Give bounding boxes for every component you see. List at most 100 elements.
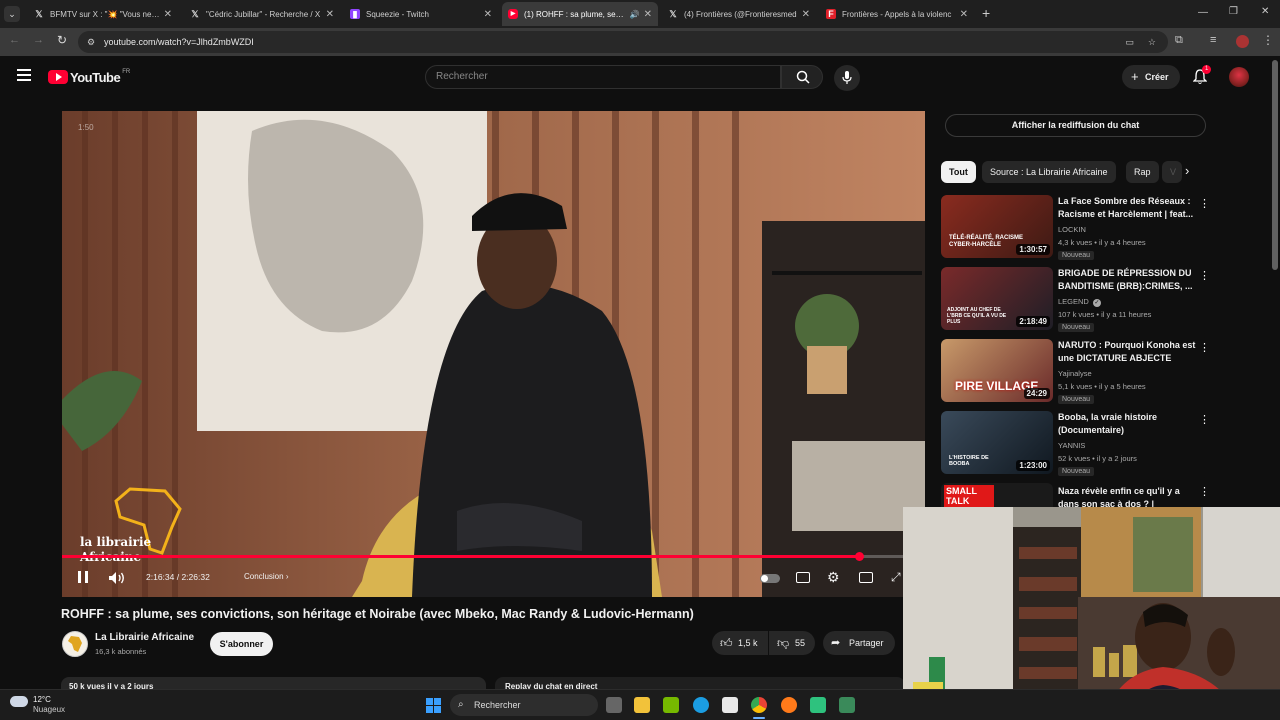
browser-toolbar: ← → ↻ ⚙ youtube.com/watch?v=JlhdZmbWZDI … xyxy=(0,28,1280,56)
browser-tab-2[interactable]: 𝕏 "Cédric Jubillar" - Recherche / X ✕ xyxy=(184,2,340,26)
browser-tab-5[interactable]: 𝕏 (4) Frontières (@Frontieresmed ✕ xyxy=(662,2,816,26)
recommendation-item[interactable]: TÉLÉ-RÉALITÉ, RACISME CYBER-HARCÈLE 1:30… xyxy=(941,195,1210,260)
channel-avatar[interactable] xyxy=(62,631,88,657)
video-thumbnail[interactable]: L'HISTOIRE DE BOOBA 1:23:00 xyxy=(941,411,1053,474)
back-icon[interactable]: ← xyxy=(9,34,20,46)
taskbar-search[interactable]: ⌕ Rechercher xyxy=(450,694,598,716)
channel-name[interactable]: La Librairie Africaine xyxy=(95,632,194,643)
nvidia-icon[interactable] xyxy=(663,697,679,713)
close-icon[interactable]: ✕ xyxy=(326,9,334,20)
tab-title: "Cédric Jubillar" - Recherche / X xyxy=(206,9,321,19)
youtube-header: YouTube FR Rechercher + Créer 1 xyxy=(0,56,1270,98)
browser-tab-4[interactable]: ▶ (1) ROHFF : sa plume, ses co 🔊 ✕ xyxy=(502,2,658,26)
search-input[interactable]: Rechercher xyxy=(425,65,781,89)
video-thumbnail[interactable]: PIRE VILLAGE 24:29 xyxy=(941,339,1053,402)
chapter-button[interactable]: Conclusion › xyxy=(244,572,288,581)
file-explorer-icon[interactable] xyxy=(634,697,650,713)
more-options-icon[interactable]: ⋮ xyxy=(1199,269,1210,282)
youtube-logo[interactable]: YouTube FR xyxy=(48,69,130,85)
like-button[interactable]: 👍︎ 1,5 k xyxy=(712,631,768,655)
close-icon[interactable]: ✕ xyxy=(484,9,492,20)
forward-icon[interactable]: → xyxy=(33,34,44,46)
progress-bar[interactable] xyxy=(62,552,925,561)
recommendation-item[interactable]: SMALL TALK Naza révèle enfin ce qu'il y … xyxy=(941,483,1206,507)
close-icon[interactable]: ✕ xyxy=(644,9,652,20)
chevron-right-icon[interactable]: › xyxy=(1185,163,1189,178)
recommendation-item[interactable]: PIRE VILLAGE 24:29 NARUTO : Pourquoi Kon… xyxy=(941,339,1210,404)
site-info-icon[interactable]: ⚙ xyxy=(87,31,95,53)
video-thumbnail[interactable]: TÉLÉ-RÉALITÉ, RACISME CYBER-HARCÈLE 1:30… xyxy=(941,195,1053,258)
more-options-icon[interactable]: ⋮ xyxy=(1199,485,1206,498)
minimize-button[interactable]: — xyxy=(1198,7,1208,18)
browser-tab-1[interactable]: 𝕏 BFMTV sur X : "💥 "Vous ne se… ✕ xyxy=(28,2,178,26)
settings-gear-icon[interactable]: ⚙ xyxy=(827,569,840,586)
x-logo-icon: 𝕏 xyxy=(191,9,199,19)
show-chat-replay-button[interactable]: Afficher la rediffusion du chat xyxy=(945,114,1206,137)
recommendation-channel: Yajinalyse xyxy=(1058,369,1092,378)
page-scrollbar[interactable] xyxy=(1272,60,1278,270)
profile-avatar[interactable] xyxy=(1236,35,1249,48)
speaker-icon[interactable]: 🔊 xyxy=(630,10,640,19)
browser-menu-icon[interactable]: ⋮ xyxy=(1262,33,1274,47)
close-icon[interactable]: ✕ xyxy=(164,9,172,20)
account-avatar[interactable] xyxy=(1229,67,1249,87)
subtitles-icon[interactable] xyxy=(796,572,810,583)
spotify-app-icon[interactable] xyxy=(810,697,826,713)
edge-icon[interactable] xyxy=(693,697,709,713)
chip-all[interactable]: Tout xyxy=(941,161,976,183)
search-button[interactable] xyxy=(781,65,823,89)
chrome-icon[interactable] xyxy=(751,697,767,713)
close-icon[interactable]: ✕ xyxy=(960,9,968,20)
notifications-button[interactable]: 1 xyxy=(1192,65,1212,90)
more-options-icon[interactable]: ⋮ xyxy=(1199,413,1210,426)
windows-start-icon[interactable] xyxy=(426,698,441,713)
pause-button[interactable] xyxy=(78,571,88,583)
close-window-button[interactable]: ✕ xyxy=(1261,6,1269,17)
close-icon[interactable]: ✕ xyxy=(802,9,810,20)
more-options-icon[interactable]: ⋮ xyxy=(1199,341,1210,354)
subscribe-button[interactable]: S'abonner xyxy=(210,632,273,656)
maximize-button[interactable]: ❐ xyxy=(1229,6,1238,17)
video-thumbnail[interactable]: ADJOINT AU CHEF DE L'BRB CE QU'IL A VU D… xyxy=(941,267,1053,330)
store-icon[interactable] xyxy=(722,697,738,713)
recommendation-item[interactable]: ADJOINT AU CHEF DE L'BRB CE QU'IL A VU D… xyxy=(941,267,1210,332)
chip-rap[interactable]: Rap xyxy=(1126,161,1159,183)
browser-tab-3[interactable]: ▮ Squeezie - Twitch ✕ xyxy=(344,2,498,26)
media-control-icon[interactable]: ≡ xyxy=(1210,34,1216,46)
video-player[interactable]: 1:50 la librairie Africaine 2:16:34 / 2:… xyxy=(62,111,925,597)
video-thumbnail[interactable]: SMALL TALK xyxy=(941,483,1053,507)
chip-source[interactable]: Source : La Librairie Africaine xyxy=(982,161,1116,183)
tab-list-button[interactable]: ⌄ xyxy=(4,6,20,22)
firefox-icon[interactable] xyxy=(781,697,797,713)
recommendation-title: NARUTO : Pourquoi Konoha est une DICTATU… xyxy=(1058,340,1196,363)
volume-icon[interactable] xyxy=(108,571,126,585)
more-options-icon[interactable]: ⋮ xyxy=(1199,197,1210,210)
weather-widget[interactable]: 12°C Nuageux xyxy=(10,694,80,716)
scrubber-handle[interactable] xyxy=(854,552,864,561)
x-logo-icon: 𝕏 xyxy=(669,9,677,19)
reload-icon[interactable]: ↻ xyxy=(57,33,67,47)
new-tab-button[interactable]: + xyxy=(982,5,990,21)
thumbs-down-icon: 👎︎ xyxy=(777,636,790,650)
miniplayer-icon[interactable] xyxy=(859,572,873,583)
cast-icon[interactable]: ▭ xyxy=(1125,31,1134,53)
voice-search-button[interactable] xyxy=(834,65,860,91)
share-button[interactable]: ➦ Partager xyxy=(823,631,895,655)
recommendation-meta: 107 k vues • il y a 11 heures xyxy=(1058,310,1152,319)
browser-tab-6[interactable]: F Frontières - Appels à la violenc ✕ xyxy=(820,2,974,26)
hamburger-menu-icon[interactable] xyxy=(17,69,31,81)
dislike-button[interactable]: 👎︎ 55 xyxy=(769,631,815,655)
task-view-icon[interactable] xyxy=(606,697,622,713)
app-icon[interactable] xyxy=(839,697,855,713)
fullscreen-icon[interactable]: ⤢ xyxy=(891,570,901,585)
extensions-icon[interactable]: ⧉ xyxy=(1175,34,1183,47)
recommendation-item[interactable]: L'HISTOIRE DE BOOBA 1:23:00 Booba, la vr… xyxy=(941,411,1210,476)
country-code: FR xyxy=(122,69,131,75)
bookmark-star-icon[interactable]: ☆ xyxy=(1148,31,1156,53)
create-label: Créer xyxy=(1145,72,1169,82)
address-bar[interactable]: ⚙ youtube.com/watch?v=JlhdZmbWZDI ▭ ☆ xyxy=(78,31,1168,53)
chip-more[interactable]: V xyxy=(1162,161,1182,183)
create-button[interactable]: + Créer xyxy=(1122,65,1180,89)
time-display: 2:16:34 / 2:26:32 xyxy=(146,572,210,582)
autoplay-toggle[interactable] xyxy=(760,574,780,583)
